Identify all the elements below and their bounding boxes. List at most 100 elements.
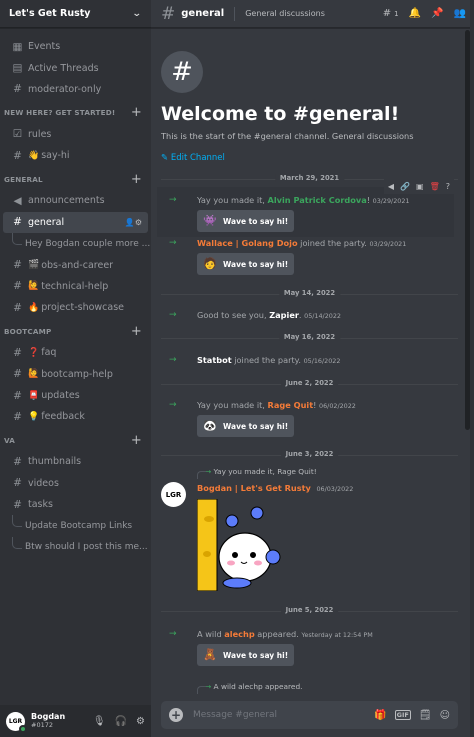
channel-header: # general General discussions # 1 🔔 📌 👥 [151,0,474,28]
sticker-image [197,499,281,591]
server-header[interactable]: Let's Get Rusty ⌄ [0,0,151,28]
message-header: Bogdan | Let's Get Rusty 06/03/2022 [197,483,474,493]
bell-icon[interactable]: 🔔 [409,8,421,19]
online-status-icon [19,724,27,733]
wave-button[interactable]: 🧸 Wave to say hi! [197,644,295,666]
gif-icon[interactable]: GIF [394,710,411,720]
channel-updates[interactable]: # 📮 updates [3,385,148,406]
date-divider: June 5, 2022 [151,606,474,614]
member-name[interactable]: Statbot [197,355,232,365]
wave-button[interactable]: 🧑 Wave to say hi! [197,253,295,275]
rules-icon: ☑ [12,128,23,141]
channel-general[interactable]: # general 👤⚙ [3,211,148,233]
member-name[interactable]: Zapier [269,310,299,320]
member-name[interactable]: alechp [224,629,254,639]
user-info[interactable]: Bogdan #0172 [31,712,93,730]
category-va[interactable]: VA + [0,430,151,452]
timestamp: 06/02/2022 [319,402,356,410]
pencil-icon: ✎ [161,153,171,163]
welcome-title: Welcome to #general! [161,103,400,125]
channel-thumbnails[interactable]: # thumbnails [3,451,148,472]
timestamp: 06/03/2022 [316,485,354,493]
emoji-icon: 💡 [28,411,40,422]
channel-obs-and-career[interactable]: # 🎬 obs-and-career [3,254,148,275]
author-name[interactable]: Bogdan | Let's Get Rusty [197,483,311,493]
hash-icon: # [13,410,22,423]
channel-say-hi[interactable]: # 👋 say-hi [3,145,148,166]
message-input[interactable] [193,710,375,720]
thread-item[interactable]: Update Bootcamp Links [0,515,151,536]
channel-technical-help[interactable]: # 🙋 technical-help [3,276,148,297]
channel-moderator-only[interactable]: # moderator-only [3,79,148,100]
add-channel-icon[interactable]: + [131,172,142,187]
channel-bootcamp-help[interactable]: # 🙋 bootcamp-help [3,363,148,384]
pin-icon[interactable]: 📌 [431,8,443,19]
reaction-icon[interactable]: ◀ [388,182,394,191]
channel-feedback[interactable]: # 💡 feedback [3,406,148,427]
channel-rules[interactable]: ☑ rules [3,124,148,145]
wave-button[interactable]: 👾 Wave to say hi! [197,210,295,232]
threads-icon: ▤ [12,62,23,75]
link-icon[interactable]: 🔗 [400,182,410,191]
channel-faq[interactable]: # ❓ faq [3,342,148,363]
hash-icon: # [13,346,22,359]
join-arrow-icon: → [169,310,177,320]
gift-icon[interactable]: 🎁 [374,710,386,721]
reply-reference[interactable]: → A wild alechp appeared. [197,682,303,694]
system-message: → Wallace | Golang Dojo joined the party… [151,238,474,275]
gear-icon[interactable]: ⚙ [136,716,145,727]
chat-area: # general General discussions # 1 🔔 📌 👥 … [151,0,474,737]
reply-reference[interactable]: → Yay you made it, Rage Quit! [197,467,317,479]
wave-button[interactable]: 🐼 Wave to say hi! [197,415,295,437]
thread-item[interactable]: Hey Bogdan couple more ... [0,232,151,254]
hash-icon: # [13,259,22,271]
category-new-here[interactable]: NEW HERE? GET STARTED! + [0,102,151,124]
member-name[interactable]: Alvin Patrick Cordova [268,195,367,205]
message-list[interactable]: # Welcome to #general! This is the start… [151,29,474,701]
headphones-icon[interactable]: 🎧 [115,716,127,727]
join-arrow-icon: → [169,629,177,639]
avatar[interactable]: LGR [161,482,186,507]
category-general[interactable]: GENERAL + [0,169,151,191]
timestamp: 03/29/2021 [369,240,407,248]
member-name[interactable]: Rage Quit [268,400,314,410]
sidebar-item-active-threads[interactable]: ▤ Active Threads [3,57,148,78]
avatar[interactable]: LGR [6,711,27,733]
invite-settings-icons[interactable]: 👤⚙ [125,218,142,227]
add-channel-icon[interactable]: + [131,433,142,448]
id-icon[interactable]: ▣ [416,182,424,191]
category-bootcamp[interactable]: BOOTCAMP + [0,320,151,342]
sidebar-item-events[interactable]: ▦ Events [3,36,148,57]
channel-project-showcase[interactable]: # 🔥 project-showcase [3,297,148,318]
user-controls: 🎙 🎧 ⚙ [93,716,145,727]
hash-icon: # [13,280,22,293]
add-channel-icon[interactable]: + [131,105,142,120]
system-message: → Yay you made it, Alvin Patrick Cordova… [151,195,474,232]
hash-icon: # [161,51,203,93]
emoji-icon: 🔥 [28,302,40,313]
reply-arrow-icon: → [205,682,214,691]
member-name[interactable]: Wallace | Golang Dojo [197,238,298,248]
emoji-icon: ❓ [28,347,40,358]
hash-icon: # [13,83,22,96]
channel-topic[interactable]: General discussions [245,9,383,18]
wave-emoji-icon: 👋 [28,150,40,161]
more-icon[interactable]: ? [446,182,450,191]
emoji-icon[interactable]: ☺ [440,710,450,721]
channel-videos[interactable]: # videos [3,473,148,494]
sticker-icon: 🐼 [203,419,217,432]
chevron-down-icon[interactable]: ⌄ [132,9,142,19]
discord-window: Let's Get Rusty ⌄ ▦ Events ▤ Active Thread… [0,0,474,737]
thread-item[interactable]: Btw should I post this me... [0,536,151,558]
emoji-icon: 🙋 [28,369,40,380]
trash-icon[interactable]: 🗑 [430,182,440,191]
channel-tasks[interactable]: # tasks [3,494,148,515]
edit-channel-link[interactable]: ✎ Edit Channel [161,153,474,163]
microphone-icon[interactable]: 🎙 [93,716,106,727]
upload-plus-icon[interactable]: + [169,708,183,722]
members-icon[interactable]: 👥 [454,8,466,19]
sticker-icon[interactable]: 🗒 [419,710,432,721]
threads-icon[interactable]: # [383,8,391,19]
add-channel-icon[interactable]: + [131,324,142,339]
channel-announcements[interactable]: ◀ announcements [3,190,148,211]
